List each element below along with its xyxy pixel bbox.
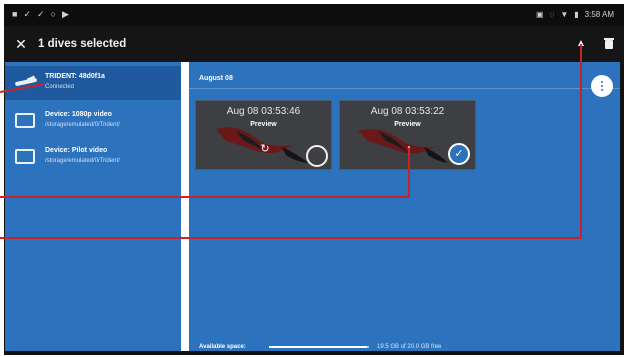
check-icon: ✓ <box>36 9 45 19</box>
trash-icon-body <box>605 40 613 49</box>
device-name: Device: Pilot video <box>45 147 108 154</box>
preview-label: Preview <box>250 121 277 128</box>
device-path: /storage/emulated/0/Trident/ <box>45 158 120 164</box>
panel-divider <box>181 62 189 351</box>
dive-thumbnail[interactable]: Aug 08 03:53:46 Preview ↻ <box>195 100 332 170</box>
storage-progress-fill <box>269 346 367 348</box>
circle-icon: ○ <box>50 9 56 19</box>
tablet-icon <box>15 113 35 128</box>
status-time: 3:58 AM <box>584 10 614 19</box>
status-icons-right: ▣ ◌ ▼ ▮ 3:58 AM <box>536 10 614 19</box>
play-icon: ▶ <box>61 9 69 19</box>
device-name: TRIDENT: 48d0f1a <box>45 73 105 80</box>
device-item-trident[interactable]: TRIDENT: 48d0f1a Connected <box>5 66 181 100</box>
overflow-menu-button[interactable] <box>591 75 613 97</box>
storage-free-text: 19.5 GB of 20.0 GB free <box>377 344 442 350</box>
upload-icon[interactable]: ↑ <box>402 142 416 156</box>
export-button[interactable]: ▲ <box>572 35 590 53</box>
date-group-header: August 08 <box>189 72 620 89</box>
drone-icon <box>14 75 38 87</box>
dive-gallery: August 08 Aug 08 03:53:46 Preview ↻ Aug … <box>189 62 620 351</box>
status-bar: ■ ✓ ✓ ○ ▶ ▣ ◌ ▼ ▮ 3:58 AM <box>4 4 624 26</box>
storage-progress-bar <box>269 346 369 348</box>
device-status: Connected <box>45 84 75 90</box>
selection-circle[interactable] <box>306 145 328 167</box>
dive-timestamp: Aug 08 03:53:22 <box>370 106 445 117</box>
battery-icon: ▮ <box>574 10 579 19</box>
message-icon: ▣ <box>535 10 544 19</box>
device-item-1080p[interactable]: Device: 1080p video /storage/emulated/0/… <box>5 104 181 138</box>
storage-label: Available space: <box>199 344 246 350</box>
header-divider <box>189 88 620 89</box>
selected-check-icon[interactable]: ✓ <box>448 143 470 165</box>
check-icon: ✓ <box>23 9 31 19</box>
selection-action-bar: ✕ 1 dives selected ▲ <box>4 26 624 64</box>
selection-count-title: 1 dives selected <box>38 38 127 50</box>
sync-icon[interactable]: ↻ <box>258 142 272 156</box>
preview-label: Preview <box>394 121 421 128</box>
close-selection-button[interactable]: ✕ <box>12 35 30 53</box>
dive-timestamp: Aug 08 03:53:46 <box>226 106 301 117</box>
sync-icon: ◌ <box>549 10 555 19</box>
device-sidebar: TRIDENT: 48d0f1a Connected Device: 1080p… <box>5 62 181 351</box>
tablet-icon <box>15 149 35 164</box>
device-item-pilot[interactable]: Device: Pilot video /storage/emulated/0/… <box>5 140 181 174</box>
device-path: /storage/emulated/0/Trident/ <box>45 122 120 128</box>
status-icons-left: ■ ✓ ✓ ○ ▶ <box>12 10 69 19</box>
more-vertical-icon <box>601 81 603 83</box>
wifi-icon: ▼ <box>560 10 569 19</box>
notification-icon: ■ <box>12 9 18 19</box>
date-group-label: August 08 <box>199 75 233 82</box>
delete-button[interactable] <box>600 35 618 53</box>
device-name: Device: 1080p video <box>45 111 112 118</box>
dive-thumbnail-selected[interactable]: Aug 08 03:53:22 Preview ↑ ✓ <box>339 100 476 170</box>
